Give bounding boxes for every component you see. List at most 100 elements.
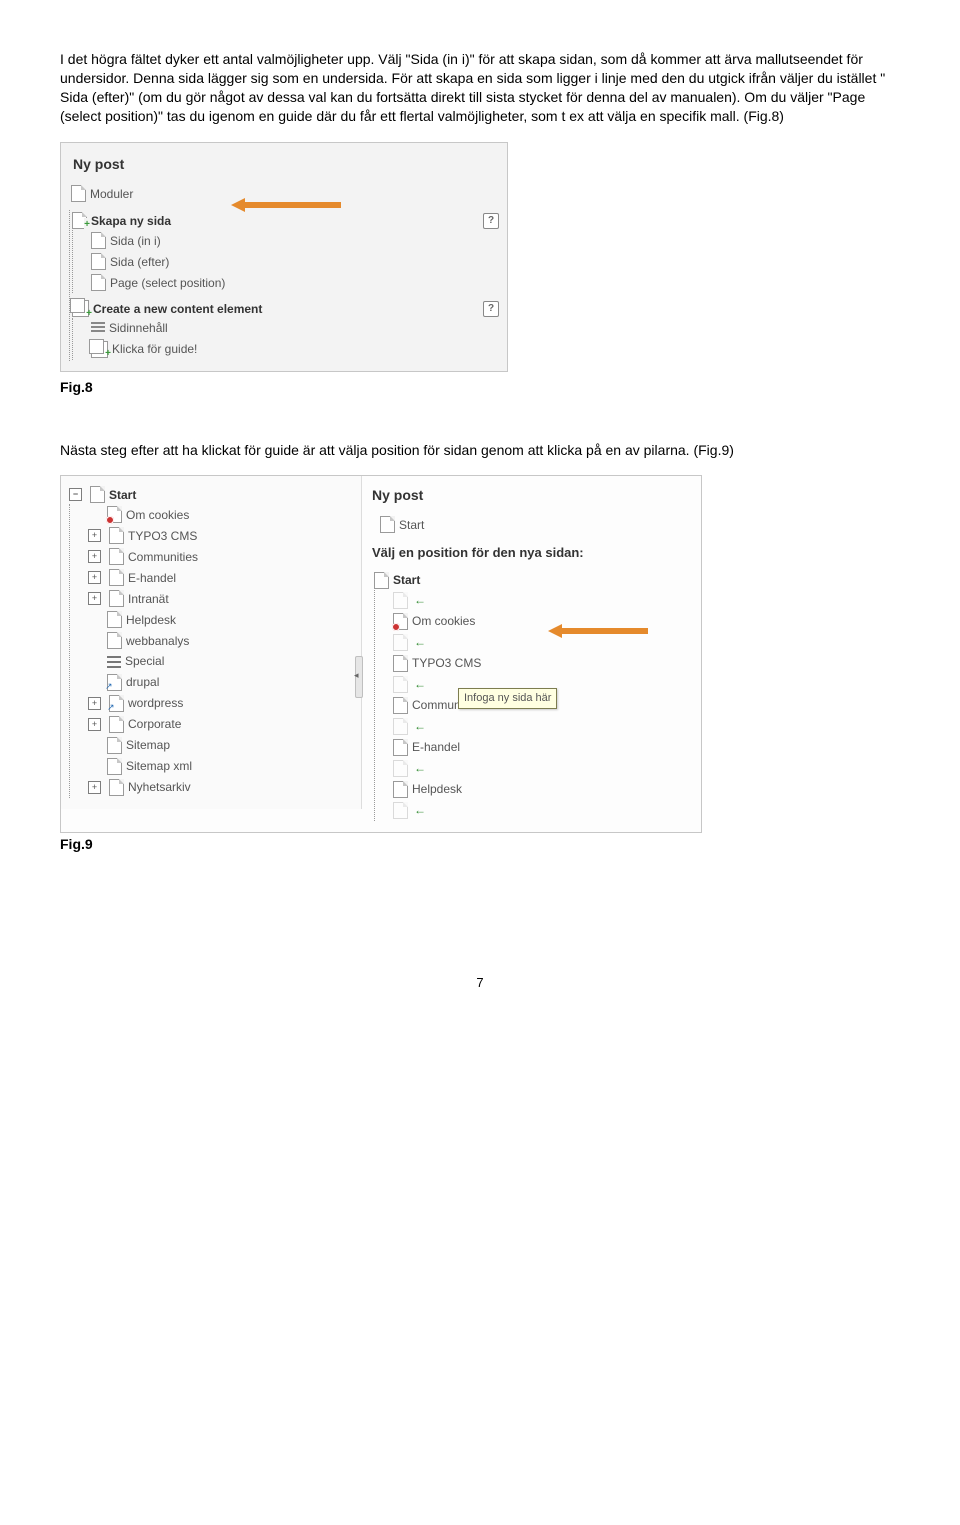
middle-paragraph: Nästa steg efter att ha klickat för guid… (60, 441, 900, 460)
left-tree-item[interactable]: webbanalys (88, 631, 357, 650)
new-content-icon (72, 300, 89, 317)
pane-divider-handle[interactable] (355, 656, 363, 698)
expand-icon[interactable] (88, 592, 101, 605)
insert-arrow-icon: ← (414, 760, 426, 776)
sidinnehall-row[interactable]: Sidinnehåll (91, 319, 499, 337)
insert-arrow-icon: ← (414, 592, 426, 608)
insert-arrow-icon: ← (414, 634, 426, 650)
left-tree-item[interactable]: wordpress (88, 694, 357, 713)
guide-icon (91, 341, 108, 358)
insert-page-tooltip: Infoga ny sida här (458, 688, 557, 709)
fig9-left-tree: Start Om cookies TYPO3 CMS Communities E-ha… (61, 476, 362, 808)
expand-icon[interactable] (88, 697, 101, 710)
left-tree-item[interactable]: Sitemap xml (88, 757, 357, 776)
expand-icon[interactable] (88, 718, 101, 731)
moduler-label: Moduler (90, 186, 133, 202)
right-tree-root-label: Start (393, 572, 420, 588)
page-number: 7 (60, 974, 900, 992)
tree-spacer (88, 761, 99, 772)
insert-position[interactable]: ← (393, 717, 691, 736)
left-tree-item[interactable]: Corporate (88, 715, 357, 734)
left-tree-item[interactable]: Helpdesk (88, 610, 357, 629)
expand-icon[interactable] (88, 571, 101, 584)
create-content-element-row[interactable]: Create a new content element ? (72, 299, 499, 318)
left-tree-item[interactable]: Sitemap (88, 736, 357, 755)
help-icon[interactable]: ? (483, 301, 499, 317)
left-tree-item-label: E-handel (128, 570, 176, 586)
right-start-row[interactable]: Start (380, 515, 691, 534)
left-start-label: Start (109, 487, 136, 503)
tree-spacer (88, 509, 99, 520)
page-icon (374, 572, 389, 589)
new-page-icon (72, 212, 87, 229)
left-tree-item[interactable]: drupal (88, 673, 357, 692)
page-icon (109, 590, 124, 607)
fig9-caption: Fig.9 (60, 835, 900, 854)
page-placeholder-icon (393, 718, 408, 735)
tree-spacer (88, 677, 99, 688)
insert-position[interactable]: ← (393, 591, 691, 610)
tree-spacer (88, 635, 99, 646)
left-tree-item[interactable]: Intranät (88, 589, 357, 608)
right-start-label: Start (399, 517, 424, 533)
shortcut-page-icon (109, 695, 124, 712)
page-icon (107, 737, 122, 754)
left-tree-item[interactable]: Special (88, 652, 357, 670)
left-tree-item-label: Corporate (128, 716, 181, 732)
left-tree-item-label: wordpress (128, 695, 183, 711)
page-icon (109, 527, 124, 544)
left-tree-item[interactable]: Communities (88, 547, 357, 566)
page-placeholder-icon (393, 760, 408, 777)
sida-efter-row[interactable]: Sida (efter) (91, 252, 499, 271)
page-select-position-row[interactable]: Page (select position) (91, 273, 499, 292)
right-tree-root[interactable]: Start (374, 571, 691, 590)
expand-icon[interactable] (88, 529, 101, 542)
insert-position[interactable]: ← (393, 633, 691, 652)
right-tree-item[interactable]: TYPO3 CMS (393, 654, 691, 673)
left-tree-item-label: Communities (128, 549, 198, 565)
skapa-label: Skapa ny sida (91, 213, 171, 229)
left-tree-item-label: drupal (126, 674, 159, 690)
left-tree-item-label: webbanalys (126, 633, 189, 649)
fig8-title: Ny post (73, 155, 499, 174)
page-placeholder-icon (393, 676, 408, 693)
klicka-guide-label: Klicka för guide! (112, 341, 197, 357)
help-icon[interactable]: ? (483, 213, 499, 229)
tree-spacer (88, 656, 99, 667)
create-ce-label: Create a new content element (93, 301, 262, 317)
page-icon (107, 632, 122, 649)
page-placeholder-icon (393, 802, 408, 819)
left-tree-item[interactable]: Nyhetsarkiv (88, 778, 357, 797)
divider-icon (107, 656, 121, 668)
page-icon (109, 779, 124, 796)
left-tree-item[interactable]: E-handel (88, 568, 357, 587)
right-tree-item[interactable]: Helpdesk (393, 780, 691, 799)
right-tree-item[interactable]: E-handel (393, 738, 691, 757)
left-tree-item-label: Intranät (128, 591, 169, 607)
page-icon (109, 569, 124, 586)
left-tree-item[interactable]: TYPO3 CMS (88, 526, 357, 545)
left-tree-item[interactable]: Om cookies (88, 505, 357, 524)
insert-arrow-icon: ← (414, 802, 426, 818)
sida-in-i-row[interactable]: Sida (in i) (91, 231, 499, 250)
hidden-page-icon (393, 613, 408, 630)
left-start-row[interactable]: Start (69, 485, 357, 504)
sidinnehall-label: Sidinnehåll (109, 320, 168, 336)
expand-icon[interactable] (88, 781, 101, 794)
fig8-tree: Moduler Skapa ny sida ? Sida (in i) (69, 183, 499, 360)
fig9-right-pane: Ny post Start Välj en position för den n… (362, 476, 701, 831)
insert-position[interactable]: ← (393, 801, 691, 820)
right-tree-item-label: E-handel (412, 739, 460, 755)
klicka-guide-row[interactable]: Klicka för guide! (91, 340, 499, 359)
insert-position[interactable]: ← (393, 759, 691, 778)
expand-icon[interactable] (88, 550, 101, 563)
page-icon (109, 716, 124, 733)
skapa-ny-sida-row[interactable]: Skapa ny sida ? (72, 211, 499, 230)
right-tree-item[interactable]: Om cookies (393, 612, 691, 631)
moduler-row[interactable]: Moduler (71, 184, 499, 203)
intro-paragraph: I det högra fältet dyker ett antal valmö… (60, 50, 900, 126)
insert-arrow-icon: ← (414, 718, 426, 734)
collapse-icon[interactable] (69, 488, 82, 501)
page-placeholder-icon (393, 592, 408, 609)
page-icon (71, 185, 86, 202)
